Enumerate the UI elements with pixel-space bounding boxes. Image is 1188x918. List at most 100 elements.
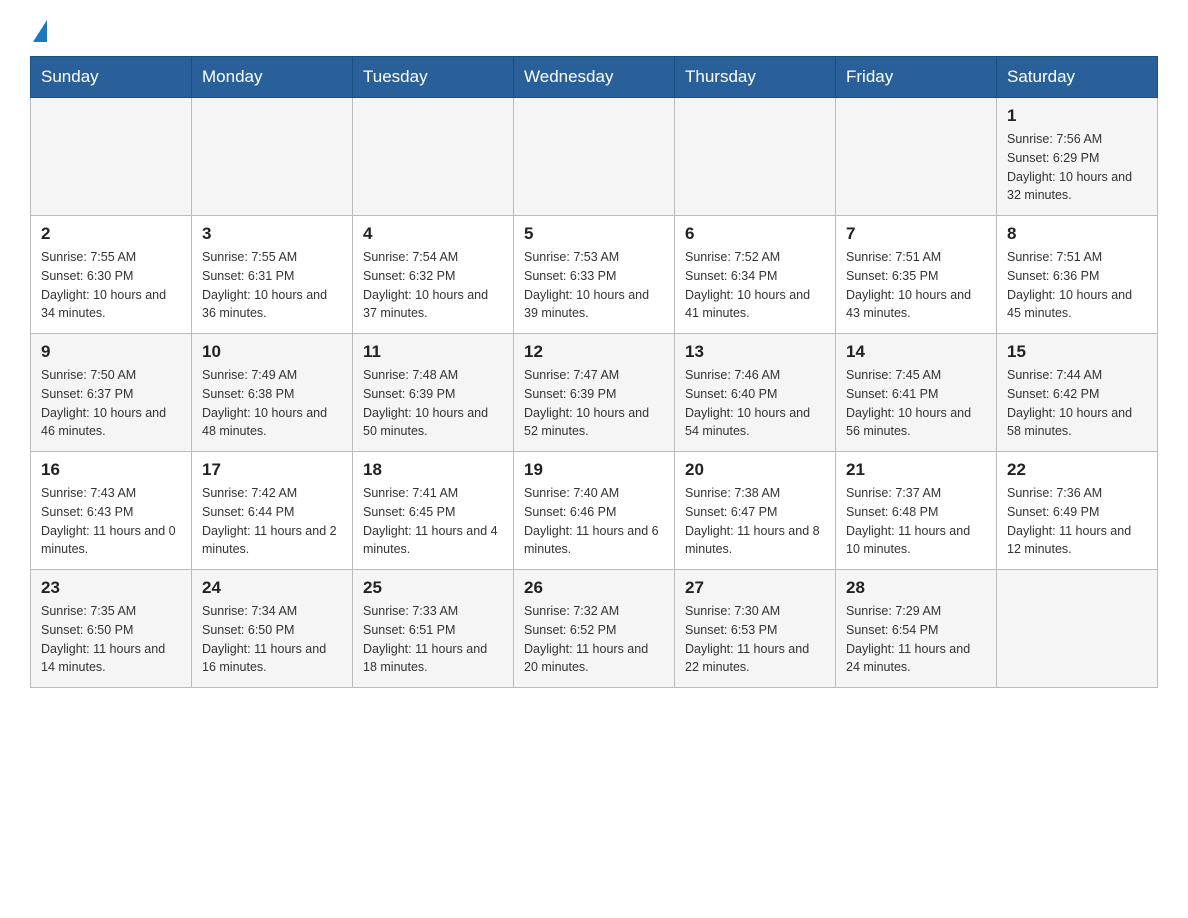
day-info: Sunrise: 7:47 AM Sunset: 6:39 PM Dayligh… (524, 366, 664, 441)
day-number: 28 (846, 578, 986, 598)
calendar-cell: 8 Sunrise: 7:51 AM Sunset: 6:36 PM Daylig… (997, 216, 1158, 334)
day-info: Sunrise: 7:45 AM Sunset: 6:41 PM Dayligh… (846, 366, 986, 441)
calendar-cell: 1 Sunrise: 7:56 AM Sunset: 6:29 PM Daylig… (997, 98, 1158, 216)
calendar-cell: 13 Sunrise: 7:46 AM Sunset: 6:40 PM Dayli… (675, 334, 836, 452)
day-number: 8 (1007, 224, 1147, 244)
day-info: Sunrise: 7:35 AM Sunset: 6:50 PM Dayligh… (41, 602, 181, 677)
calendar-cell: 28 Sunrise: 7:29 AM Sunset: 6:54 PM Dayli… (836, 570, 997, 688)
calendar-cell: 23Sunrise: 7:35 AM Sunset: 6:50 PM Dayli… (31, 570, 192, 688)
calendar-cell (353, 98, 514, 216)
day-info: Sunrise: 7:51 AM Sunset: 6:35 PM Dayligh… (846, 248, 986, 323)
logo (30, 20, 47, 38)
calendar-cell: 9Sunrise: 7:50 AM Sunset: 6:37 PM Daylig… (31, 334, 192, 452)
day-info: Sunrise: 7:52 AM Sunset: 6:34 PM Dayligh… (685, 248, 825, 323)
day-number: 22 (1007, 460, 1147, 480)
day-number: 12 (524, 342, 664, 362)
day-number: 26 (524, 578, 664, 598)
calendar-cell (192, 98, 353, 216)
day-info: Sunrise: 7:44 AM Sunset: 6:42 PM Dayligh… (1007, 366, 1147, 441)
calendar-cell: 24 Sunrise: 7:34 AM Sunset: 6:50 PM Dayli… (192, 570, 353, 688)
day-number: 14 (846, 342, 986, 362)
day-info: Sunrise: 7:51 AM Sunset: 6:36 PM Dayligh… (1007, 248, 1147, 323)
calendar-cell: 17 Sunrise: 7:42 AM Sunset: 6:44 PM Dayli… (192, 452, 353, 570)
day-info: Sunrise: 7:34 AM Sunset: 6:50 PM Dayligh… (202, 602, 342, 677)
calendar-cell: 14 Sunrise: 7:45 AM Sunset: 6:41 PM Dayli… (836, 334, 997, 452)
calendar-cell: 6 Sunrise: 7:52 AM Sunset: 6:34 PM Daylig… (675, 216, 836, 334)
calendar-cell: 22 Sunrise: 7:36 AM Sunset: 6:49 PM Dayli… (997, 452, 1158, 570)
weekday-header-monday: Monday (192, 57, 353, 98)
calendar-cell (997, 570, 1158, 688)
weekday-header-friday: Friday (836, 57, 997, 98)
day-number: 13 (685, 342, 825, 362)
day-number: 25 (363, 578, 503, 598)
day-info: Sunrise: 7:49 AM Sunset: 6:38 PM Dayligh… (202, 366, 342, 441)
day-number: 5 (524, 224, 664, 244)
calendar-cell (31, 98, 192, 216)
day-info: Sunrise: 7:37 AM Sunset: 6:48 PM Dayligh… (846, 484, 986, 559)
day-number: 10 (202, 342, 342, 362)
calendar-table: SundayMondayTuesdayWednesdayThursdayFrid… (30, 56, 1158, 688)
day-number: 1 (1007, 106, 1147, 126)
weekday-header-wednesday: Wednesday (514, 57, 675, 98)
day-number: 6 (685, 224, 825, 244)
day-info: Sunrise: 7:54 AM Sunset: 6:32 PM Dayligh… (363, 248, 503, 323)
day-info: Sunrise: 7:43 AM Sunset: 6:43 PM Dayligh… (41, 484, 181, 559)
day-info: Sunrise: 7:42 AM Sunset: 6:44 PM Dayligh… (202, 484, 342, 559)
calendar-cell (836, 98, 997, 216)
day-number: 21 (846, 460, 986, 480)
calendar-cell (514, 98, 675, 216)
calendar-cell: 2 Sunrise: 7:55 AM Sunset: 6:30 PM Daylig… (31, 216, 192, 334)
day-info: Sunrise: 7:30 AM Sunset: 6:53 PM Dayligh… (685, 602, 825, 677)
calendar-cell: 4 Sunrise: 7:54 AM Sunset: 6:32 PM Daylig… (353, 216, 514, 334)
day-info: Sunrise: 7:46 AM Sunset: 6:40 PM Dayligh… (685, 366, 825, 441)
calendar-cell: 16 Sunrise: 7:43 AM Sunset: 6:43 PM Dayli… (31, 452, 192, 570)
weekday-header-tuesday: Tuesday (353, 57, 514, 98)
calendar-cell: 25 Sunrise: 7:33 AM Sunset: 6:51 PM Dayli… (353, 570, 514, 688)
day-number: 2 (41, 224, 181, 244)
day-number: 4 (363, 224, 503, 244)
weekday-header-thursday: Thursday (675, 57, 836, 98)
calendar-cell: 10 Sunrise: 7:49 AM Sunset: 6:38 PM Dayli… (192, 334, 353, 452)
day-number: 3 (202, 224, 342, 244)
weekday-header-sunday: Sunday (31, 57, 192, 98)
day-number: 15 (1007, 342, 1147, 362)
day-info: Sunrise: 7:33 AM Sunset: 6:51 PM Dayligh… (363, 602, 503, 677)
day-info: Sunrise: 7:32 AM Sunset: 6:52 PM Dayligh… (524, 602, 664, 677)
calendar-cell: 27 Sunrise: 7:30 AM Sunset: 6:53 PM Dayli… (675, 570, 836, 688)
day-info: Sunrise: 7:29 AM Sunset: 6:54 PM Dayligh… (846, 602, 986, 677)
day-info: Sunrise: 7:55 AM Sunset: 6:30 PM Dayligh… (41, 248, 181, 323)
day-info: Sunrise: 7:40 AM Sunset: 6:46 PM Dayligh… (524, 484, 664, 559)
calendar-cell: 20 Sunrise: 7:38 AM Sunset: 6:47 PM Dayli… (675, 452, 836, 570)
calendar-week-row: 1 Sunrise: 7:56 AM Sunset: 6:29 PM Daylig… (31, 98, 1158, 216)
calendar-cell: 12 Sunrise: 7:47 AM Sunset: 6:39 PM Dayli… (514, 334, 675, 452)
calendar-cell: 19 Sunrise: 7:40 AM Sunset: 6:46 PM Dayli… (514, 452, 675, 570)
weekday-header-saturday: Saturday (997, 57, 1158, 98)
day-number: 20 (685, 460, 825, 480)
day-number: 11 (363, 342, 503, 362)
day-info: Sunrise: 7:50 AM Sunset: 6:37 PM Dayligh… (41, 366, 181, 441)
calendar-cell: 21 Sunrise: 7:37 AM Sunset: 6:48 PM Dayli… (836, 452, 997, 570)
calendar-cell: 18 Sunrise: 7:41 AM Sunset: 6:45 PM Dayli… (353, 452, 514, 570)
day-number: 16 (41, 460, 181, 480)
page-header (30, 20, 1158, 38)
calendar-week-row: 23Sunrise: 7:35 AM Sunset: 6:50 PM Dayli… (31, 570, 1158, 688)
calendar-week-row: 2 Sunrise: 7:55 AM Sunset: 6:30 PM Daylig… (31, 216, 1158, 334)
calendar-cell (675, 98, 836, 216)
day-number: 17 (202, 460, 342, 480)
day-info: Sunrise: 7:53 AM Sunset: 6:33 PM Dayligh… (524, 248, 664, 323)
day-info: Sunrise: 7:41 AM Sunset: 6:45 PM Dayligh… (363, 484, 503, 559)
calendar-cell: 15 Sunrise: 7:44 AM Sunset: 6:42 PM Dayli… (997, 334, 1158, 452)
day-number: 18 (363, 460, 503, 480)
calendar-week-row: 9Sunrise: 7:50 AM Sunset: 6:37 PM Daylig… (31, 334, 1158, 452)
day-info: Sunrise: 7:56 AM Sunset: 6:29 PM Dayligh… (1007, 130, 1147, 205)
day-number: 19 (524, 460, 664, 480)
day-info: Sunrise: 7:38 AM Sunset: 6:47 PM Dayligh… (685, 484, 825, 559)
day-info: Sunrise: 7:55 AM Sunset: 6:31 PM Dayligh… (202, 248, 342, 323)
calendar-cell: 26 Sunrise: 7:32 AM Sunset: 6:52 PM Dayli… (514, 570, 675, 688)
weekday-header-row: SundayMondayTuesdayWednesdayThursdayFrid… (31, 57, 1158, 98)
calendar-cell: 7Sunrise: 7:51 AM Sunset: 6:35 PM Daylig… (836, 216, 997, 334)
calendar-week-row: 16 Sunrise: 7:43 AM Sunset: 6:43 PM Dayli… (31, 452, 1158, 570)
day-number: 27 (685, 578, 825, 598)
day-info: Sunrise: 7:36 AM Sunset: 6:49 PM Dayligh… (1007, 484, 1147, 559)
day-number: 24 (202, 578, 342, 598)
